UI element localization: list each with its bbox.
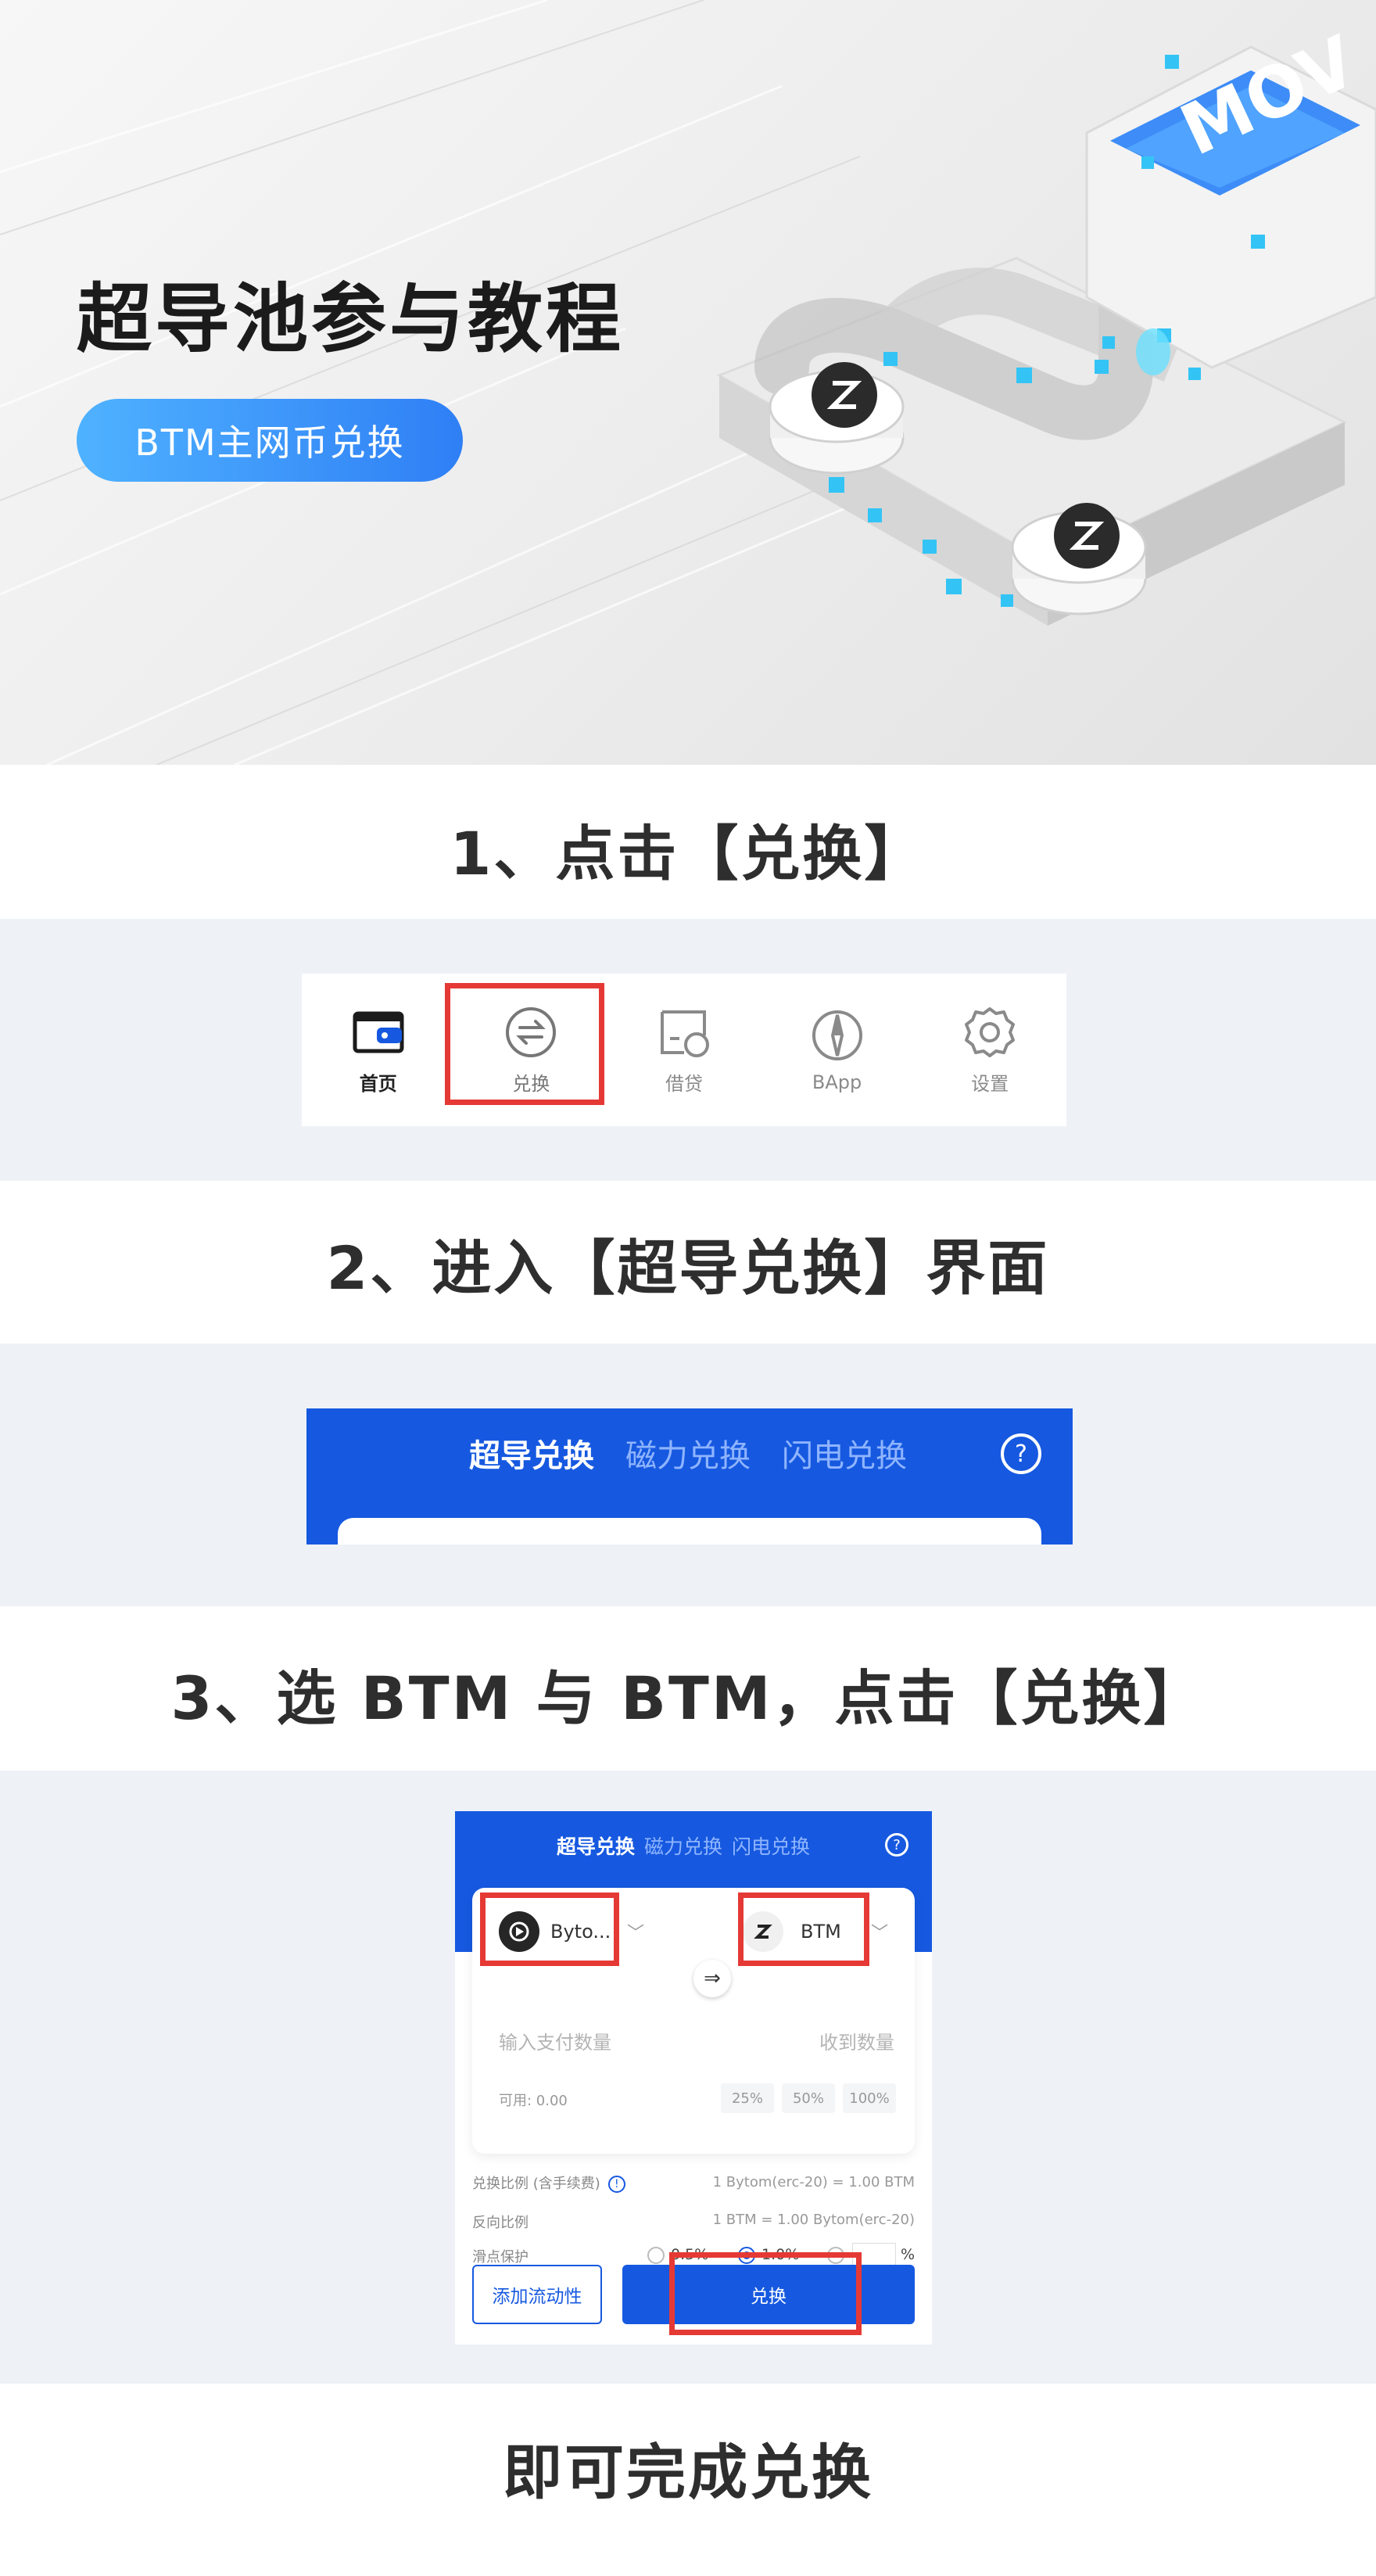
slippage-label: 滑点保护 [472, 2249, 529, 2266]
help-icon[interactable]: ? [885, 1833, 908, 1857]
chevron-down-icon[interactable]: ﹀ [871, 1919, 888, 1944]
rate-row: 兑换比例 (含手续费)! [472, 2172, 625, 2193]
hero-banner: 超导池参与教程 BTM主网币兑换 MOV [0, 0, 1376, 765]
available-balance: 可用: 0.00 [499, 2093, 568, 2109]
tab-settings[interactable]: 设置 [913, 974, 1066, 1126]
percent-100-button[interactable]: 100% [843, 2083, 896, 2113]
compass-icon [812, 1010, 862, 1060]
tab-magnetic-swap[interactable]: 磁力兑换 [625, 1430, 751, 1476]
chevron-down-icon[interactable]: ﹀ [627, 1919, 644, 1944]
gear-icon [965, 1007, 1016, 1057]
tab-magnetic-swap[interactable]: 磁力兑换 [644, 1832, 722, 1860]
swap-mode-tabs: 超导兑换 磁力兑换 闪电兑换 [469, 1430, 907, 1476]
tab-home[interactable]: 首页 [302, 974, 455, 1126]
highlight-box-from-token [480, 1893, 619, 1966]
step1-title: 1、点击【兑换】 [450, 819, 926, 888]
bottom-tab-bar: 首页 兑换 借贷 BApp 设置 [302, 974, 1066, 1126]
tab-superconduct-swap[interactable]: 超导兑换 [557, 1832, 635, 1860]
hero-illustration: MOV [716, 20, 1376, 626]
receive-amount-field[interactable]: 收到数量 [819, 2027, 894, 2054]
swap-card-top [338, 1518, 1041, 1545]
rate-label: 兑换比例 (含手续费) [472, 2176, 600, 2192]
done-title: 即可完成兑换 [503, 2438, 873, 2507]
tab-superconduct-swap[interactable]: 超导兑换 [469, 1430, 594, 1476]
tab-bapp-label: BApp [812, 1071, 862, 1093]
tab-lightning-swap[interactable]: 闪电兑换 [732, 1832, 810, 1860]
reverse-rate-label: 反向比例 [472, 2215, 529, 2231]
slippage-radio-0-5[interactable] [647, 2247, 665, 2264]
slippage-percent-unit: % [901, 2246, 916, 2263]
hero-title: 超导池参与教程 [77, 275, 624, 363]
rate-value: 1 Bytom(erc-20) = 1.00 BTM [712, 2174, 915, 2190]
swap-direction-icon[interactable]: ⇒ [693, 1960, 731, 1997]
step2-title: 2、进入【超导兑换】界面 [326, 1233, 1050, 1303]
pay-amount-input[interactable]: 输入支付数量 [499, 2027, 611, 2054]
highlight-box-exchange-tab [445, 983, 604, 1105]
loan-icon [660, 1010, 709, 1057]
add-liquidity-button[interactable]: 添加流动性 [472, 2265, 602, 2324]
tab-lightning-swap[interactable]: 闪电兑换 [782, 1430, 907, 1476]
tab-bapp[interactable]: BApp [761, 974, 914, 1126]
wallet-icon [353, 1011, 404, 1053]
tab-loan-label: 借贷 [665, 1073, 703, 1095]
tutorial-page: 超导池参与教程 BTM主网币兑换 MOV 1、点击【兑换】 首页 兑换 借贷 B… [0, 0, 1376, 2576]
step3-title: 3、选 BTM 与 BTM，点击【兑换】 [170, 1663, 1206, 1733]
highlight-box-swap-button [669, 2252, 862, 2335]
percent-25-button[interactable]: 25% [721, 2083, 774, 2113]
tab-settings-label: 设置 [971, 1073, 1009, 1095]
highlight-box-to-token [738, 1893, 869, 1966]
percent-50-button[interactable]: 50% [782, 2083, 835, 2113]
help-icon[interactable]: ? [1001, 1433, 1041, 1474]
swap-header-bar: 超导兑换 磁力兑换 闪电兑换 ? [306, 1408, 1073, 1545]
reverse-rate-value: 1 BTM = 1.00 Bytom(erc-20) [712, 2212, 915, 2228]
tab-home-label: 首页 [359, 1073, 397, 1095]
info-icon[interactable]: ! [607, 2176, 625, 2193]
swap-screen-tabs: 超导兑换 磁力兑换 闪电兑换 [557, 1832, 810, 1860]
hero-subtitle-pill: BTM主网币兑换 [77, 399, 463, 482]
tab-loan[interactable]: 借贷 [607, 974, 761, 1126]
